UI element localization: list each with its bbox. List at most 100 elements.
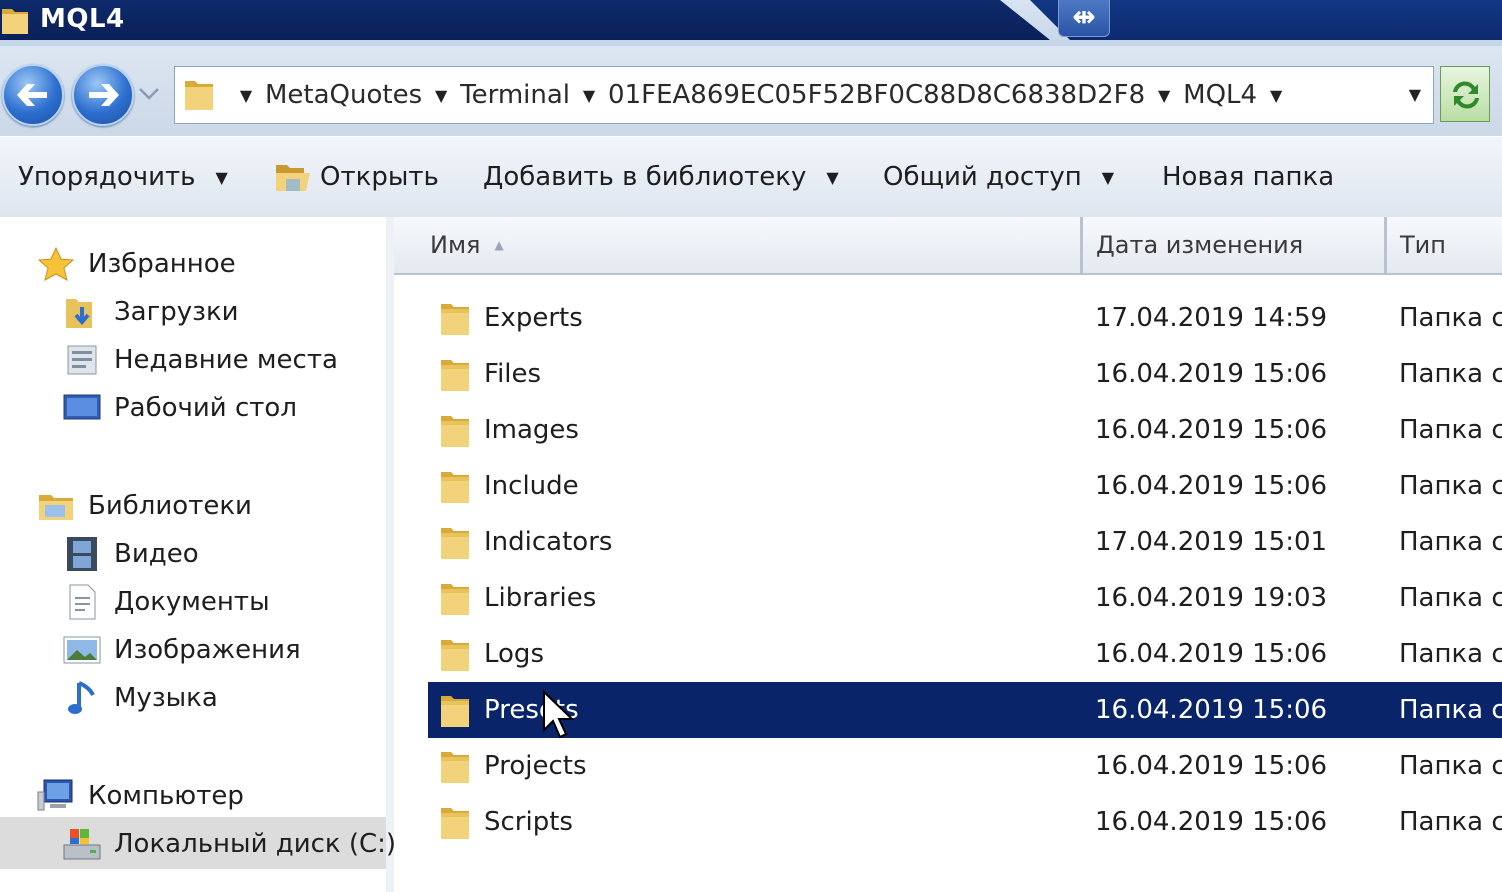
history-dropdown[interactable] bbox=[138, 86, 160, 105]
nav-item-downloads[interactable]: Загрузки bbox=[62, 289, 239, 335]
title-bar: MQL4 ⇹ bbox=[0, 0, 1502, 46]
document-icon bbox=[62, 582, 102, 622]
libraries-icon bbox=[36, 486, 76, 526]
nav-libraries[interactable]: Библиотеки bbox=[36, 483, 252, 529]
new-folder-label: Новая папка bbox=[1162, 162, 1335, 192]
column-name-label: Имя bbox=[430, 231, 481, 259]
file-name: Images bbox=[484, 415, 579, 445]
nav-item-label: Изображения bbox=[114, 635, 301, 665]
pin-button[interactable]: ⇹ bbox=[1058, 0, 1110, 37]
nav-computer[interactable]: Компьютер bbox=[36, 773, 244, 819]
file-row[interactable]: Experts 17.04.2019 14:59 Папка с bbox=[428, 290, 1502, 346]
pin-icon: ⇹ bbox=[1072, 0, 1096, 33]
breadcrumb-separator[interactable]: ▼ bbox=[1257, 86, 1295, 105]
file-type: Папка с bbox=[1399, 751, 1502, 781]
open-folder-icon bbox=[274, 159, 312, 195]
file-type: Папка с bbox=[1399, 695, 1502, 725]
file-row[interactable]: Scripts 16.04.2019 15:06 Папка с bbox=[428, 794, 1502, 850]
file-type: Папка с bbox=[1399, 471, 1502, 501]
file-name: Libraries bbox=[484, 583, 597, 613]
chevron-down-icon: ▼ bbox=[215, 167, 228, 187]
breadcrumb-item-mql4[interactable]: MQL4 bbox=[1183, 80, 1257, 110]
add-to-library-button[interactable]: Добавить в библиотеку ▼ bbox=[483, 137, 839, 217]
file-date: 16.04.2019 15:06 bbox=[1095, 471, 1328, 501]
file-row[interactable]: Indicators 17.04.2019 15:01 Папка с bbox=[428, 514, 1502, 570]
breadcrumb-item-metaquotes[interactable]: MetaQuotes bbox=[265, 80, 422, 110]
file-date: 16.04.2019 15:06 bbox=[1095, 639, 1328, 669]
forward-button[interactable] bbox=[72, 64, 134, 126]
nav-item-label: Недавние места bbox=[114, 345, 338, 375]
file-date: 16.04.2019 15:06 bbox=[1095, 415, 1328, 445]
folder-icon bbox=[438, 300, 474, 345]
recent-places-icon bbox=[62, 340, 102, 380]
local-disk-icon bbox=[62, 824, 102, 864]
column-header-date[interactable]: Дата изменения bbox=[1096, 217, 1303, 273]
nav-item-label: Загрузки bbox=[114, 297, 239, 327]
nav-favorites[interactable]: Избранное bbox=[36, 241, 236, 287]
column-resize-handle[interactable] bbox=[1080, 217, 1083, 273]
organize-label: Упорядочить bbox=[18, 162, 196, 192]
file-date: 16.04.2019 15:06 bbox=[1095, 695, 1328, 725]
share-label: Общий доступ bbox=[883, 162, 1082, 192]
file-date: 16.04.2019 19:03 bbox=[1095, 583, 1328, 613]
nav-item-documents[interactable]: Документы bbox=[62, 579, 270, 625]
share-button[interactable]: Общий доступ ▼ bbox=[883, 137, 1114, 217]
organize-button[interactable]: Упорядочить ▼ bbox=[18, 137, 228, 217]
back-button[interactable] bbox=[2, 64, 64, 126]
file-row[interactable]: Projects 16.04.2019 15:06 Папка с bbox=[428, 738, 1502, 794]
folder-icon bbox=[438, 748, 474, 793]
nav-computer-label: Компьютер bbox=[88, 781, 244, 811]
file-type: Папка с bbox=[1399, 527, 1502, 557]
breadcrumb-separator[interactable]: ▼ bbox=[1145, 86, 1183, 105]
file-type: Папка с bbox=[1399, 303, 1502, 333]
file-type: Папка с bbox=[1399, 583, 1502, 613]
file-date: 17.04.2019 14:59 bbox=[1095, 303, 1328, 333]
file-row[interactable]: Include 16.04.2019 15:06 Папка с bbox=[428, 458, 1502, 514]
file-name: Scripts bbox=[484, 807, 573, 837]
open-button[interactable]: Открыть bbox=[274, 137, 439, 217]
nav-item-label: Видео bbox=[114, 539, 199, 569]
address-box[interactable]: ▼ MetaQuotes ▼ Terminal ▼ 01FEA869EC05F5… bbox=[174, 66, 1434, 124]
nav-favorites-label: Избранное bbox=[88, 249, 236, 279]
file-row[interactable]: Files 16.04.2019 15:06 Папка с bbox=[428, 346, 1502, 402]
nav-item-video[interactable]: Видео bbox=[62, 531, 199, 577]
desktop-icon bbox=[62, 388, 102, 428]
breadcrumb-item-terminal-id[interactable]: 01FEA869EC05F52BF0C88D8C6838D2F8 bbox=[608, 80, 1145, 110]
address-history-dropdown[interactable]: ▼ bbox=[1409, 67, 1421, 123]
nav-item-desktop[interactable]: Рабочий стол bbox=[62, 385, 297, 431]
nav-item-images[interactable]: Изображения bbox=[62, 627, 301, 673]
nav-item-label: Музыка bbox=[114, 683, 218, 713]
breadcrumb-separator[interactable]: ▼ bbox=[570, 86, 608, 105]
breadcrumb-separator[interactable]: ▼ bbox=[422, 86, 460, 105]
new-folder-button[interactable]: Новая папка bbox=[1162, 137, 1334, 217]
file-name: Experts bbox=[484, 303, 583, 333]
column-header-type[interactable]: Тип bbox=[1400, 217, 1446, 273]
refresh-button[interactable] bbox=[1440, 66, 1490, 122]
file-type: Папка с bbox=[1399, 639, 1502, 669]
forward-arrow-icon bbox=[89, 84, 119, 106]
file-row[interactable]: Libraries 16.04.2019 19:03 Папка с bbox=[428, 570, 1502, 626]
column-resize-handle[interactable] bbox=[1384, 217, 1387, 273]
chevron-down-icon: ▼ bbox=[1101, 167, 1115, 187]
nav-item-recent-places[interactable]: Недавние места bbox=[62, 337, 338, 383]
window-title: MQL4 bbox=[40, 4, 125, 34]
column-header-name[interactable]: Имя ▲ bbox=[430, 217, 504, 273]
file-row[interactable]: Presets 16.04.2019 15:06 Папка с bbox=[428, 682, 1502, 738]
folder-icon bbox=[438, 356, 474, 401]
folder-icon bbox=[0, 5, 30, 41]
column-header-row: Имя ▲ Дата изменения Тип bbox=[394, 217, 1502, 275]
file-row[interactable]: Images 16.04.2019 15:06 Папка с bbox=[428, 402, 1502, 458]
nav-item-local-disk[interactable]: Локальный диск (C:) bbox=[62, 821, 396, 867]
image-icon bbox=[62, 630, 102, 670]
breadcrumb-item-terminal[interactable]: Terminal bbox=[460, 80, 570, 110]
breadcrumb-separator[interactable]: ▼ bbox=[227, 86, 265, 105]
sort-ascending-icon: ▲ bbox=[494, 238, 504, 252]
file-type: Папка с bbox=[1399, 359, 1502, 389]
refresh-icon bbox=[1453, 81, 1479, 109]
computer-icon bbox=[36, 776, 76, 816]
file-type: Папка с bbox=[1399, 415, 1502, 445]
folder-icon bbox=[438, 692, 474, 737]
nav-item-music[interactable]: Музыка bbox=[62, 675, 218, 721]
file-row[interactable]: Logs 16.04.2019 15:06 Папка с bbox=[428, 626, 1502, 682]
command-bar: Упорядочить ▼ Открыть Добавить в библиот… bbox=[0, 136, 1502, 218]
